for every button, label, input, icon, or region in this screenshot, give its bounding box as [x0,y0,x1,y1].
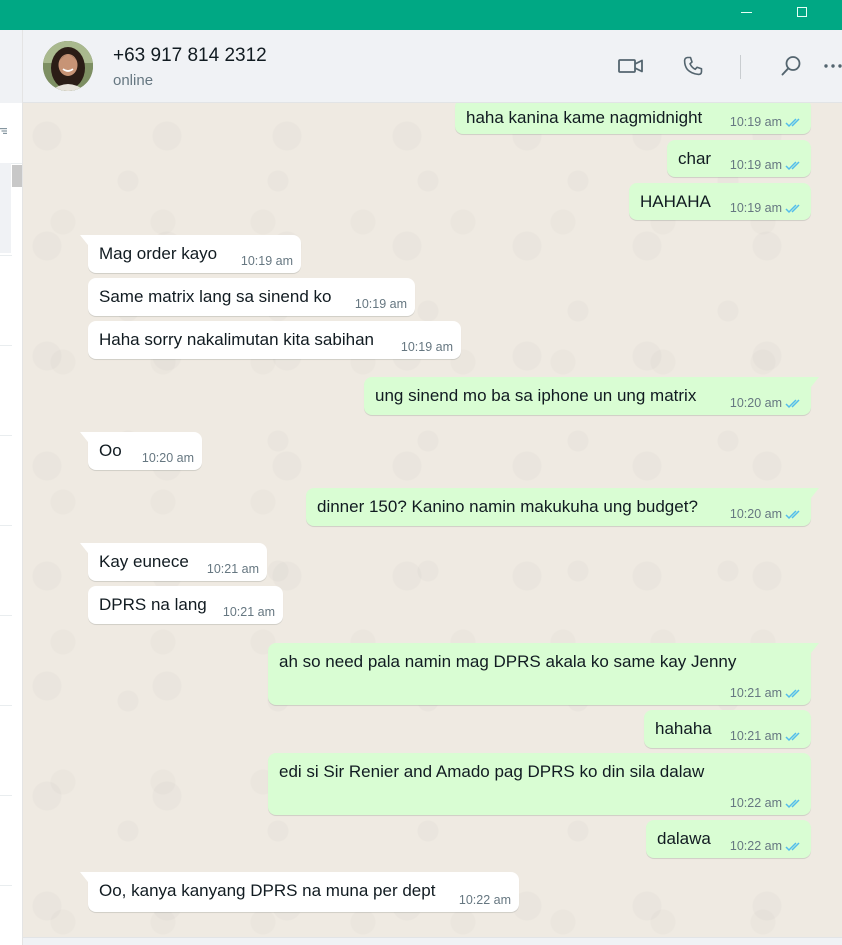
chat-list-header [0,30,22,103]
header-divider [740,55,741,79]
message-bubble-outgoing[interactable]: HAHAHA 10:19 am [629,183,811,220]
message-time: 10:19 am [240,254,293,268]
phone-icon [683,56,703,76]
read-ticks-icon [785,509,800,519]
message-time: 10:21 am [206,562,259,576]
message-time: 10:19 am [729,201,782,215]
more-options-icon [824,64,842,68]
message-text: char [678,149,712,168]
message-text: edi si Sir Renier and Amado pag DPRS ko … [279,762,705,781]
read-ticks-icon [785,203,800,213]
message-time: 10:19 am [354,297,407,311]
contact-name[interactable]: +63 917 814 2312 [113,45,267,67]
compose-bar[interactable] [23,937,842,945]
message-bubble-outgoing[interactable]: char 10:19 am [667,140,811,177]
minimize-icon [740,11,752,13]
message-list[interactable]: haha kanina kame nagmidnight 10:19 am ch… [23,103,842,937]
message-bubble-incoming[interactable]: Oo, kanya kanyang DPRS na muna per dept … [80,872,519,912]
message-time: 10:19 am [729,115,782,129]
message-bubble-incoming[interactable]: Oo 10:20 am [80,432,202,470]
message-bubble-outgoing[interactable]: dinner 150? Kanino namin makukuha ung bu… [306,488,819,526]
message-text: Same matrix lang sa sinend ko [99,287,332,306]
message-bubble-outgoing[interactable]: ah so need pala namin mag DPRS akala ko … [268,643,819,705]
message-text: Oo [99,441,122,460]
message-time: 10:19 am [729,158,782,172]
message-text: DPRS na lang [99,595,207,614]
search-button[interactable] [776,51,806,81]
chat-list-divider [0,705,12,706]
message-bubble-incoming[interactable]: DPRS na lang 10:21 am [88,586,283,624]
message-text: hahaha [655,719,712,738]
message-time: 10:21 am [729,729,782,743]
chat-list-divider [0,615,12,616]
chat-list-divider [0,795,12,796]
read-ticks-icon [785,688,800,698]
message-bubble-outgoing[interactable]: dalawa 10:22 am [646,820,811,858]
chat-list-divider [0,345,12,346]
chat-list-panel [0,30,23,945]
chat-list-scrollbar[interactable] [12,165,22,187]
message-text: Oo, kanya kanyang DPRS na muna per dept [99,881,436,900]
read-ticks-icon [785,841,800,851]
avatar[interactable] [43,41,93,91]
message-time: 10:22 am [729,839,782,853]
message-text: ung sinend mo ba sa iphone un ung matrix [375,386,697,405]
maximize-button[interactable] [782,0,822,30]
message-time: 10:21 am [729,686,782,700]
menu-button[interactable] [823,51,842,81]
filter-icon[interactable] [0,128,7,134]
message-text: dalawa [657,829,711,848]
message-time: 10:22 am [729,796,782,810]
message-bubble-outgoing[interactable]: ung sinend mo ba sa iphone un ung matrix… [364,377,819,415]
chat-list-divider [0,525,12,526]
message-bubble-outgoing[interactable]: haha kanina kame nagmidnight 10:19 am [455,103,811,134]
message-time: 10:22 am [458,893,511,907]
message-bubble-outgoing[interactable]: hahaha 10:21 am [644,710,811,748]
minimize-button[interactable] [726,0,766,30]
read-ticks-icon [785,398,800,408]
message-bubble-incoming[interactable]: Same matrix lang sa sinend ko 10:19 am [88,278,415,316]
message-bubble-incoming[interactable]: Kay eunece 10:21 am [80,543,267,581]
chat-list-item-selected[interactable] [0,163,11,253]
video-camera-icon [618,59,643,73]
message-text: Mag order kayo [99,244,218,263]
voice-call-button[interactable] [678,51,708,81]
message-bubble-incoming[interactable]: Mag order kayo 10:19 am [80,235,301,273]
search-icon [781,56,801,76]
message-time: 10:20 am [141,451,194,465]
message-text: HAHAHA [640,192,711,211]
maximize-icon [797,7,807,17]
message-text: ah so need pala namin mag DPRS akala ko … [279,652,737,671]
video-call-button[interactable] [616,51,646,81]
message-time: 10:21 am [222,605,275,619]
message-time: 10:20 am [729,396,782,410]
chat-list-divider [0,435,12,436]
message-text: Haha sorry nakalimutan kita sabihan [99,330,374,349]
read-ticks-icon [785,117,800,127]
message-text: dinner 150? Kanino namin makukuha ung bu… [317,497,698,516]
contact-status: online [113,72,154,89]
chat-list-divider [0,885,12,886]
message-time: 10:19 am [400,340,453,354]
conversation-header: +63 917 814 2312 online [23,30,842,103]
message-text: haha kanina kame nagmidnight [466,108,703,127]
chat-list-divider [0,255,12,256]
message-text: Kay eunece [99,552,189,571]
window-title-bar [0,0,842,30]
read-ticks-icon [785,731,800,741]
message-bubble-outgoing[interactable]: edi si Sir Renier and Amado pag DPRS ko … [268,753,811,815]
message-bubble-incoming[interactable]: Haha sorry nakalimutan kita sabihan 10:1… [88,321,461,359]
read-ticks-icon [785,798,800,808]
read-ticks-icon [785,160,800,170]
message-time: 10:20 am [729,507,782,521]
contact-photo [43,41,93,91]
